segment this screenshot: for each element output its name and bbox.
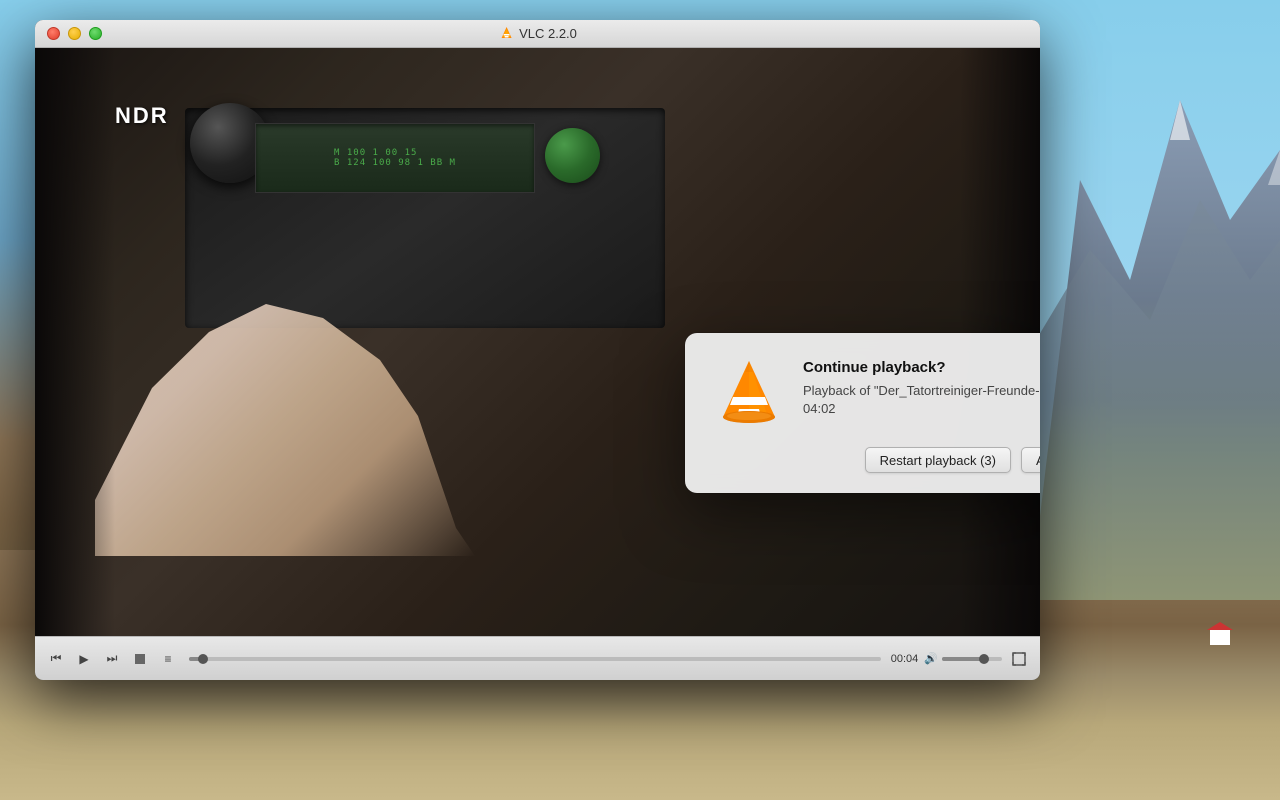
playlist-button[interactable]: ≡ [157, 648, 179, 670]
fullscreen-icon [1012, 652, 1026, 666]
traffic-lights [47, 27, 102, 40]
dialog-content: Continue playback? Playback of "Der_Tato… [713, 357, 1040, 429]
stop-icon: ■ [135, 654, 145, 664]
window-title: VLC 2.2.0 [498, 26, 577, 42]
radio-knob-right [545, 128, 600, 183]
progress-area [189, 657, 881, 661]
play-button[interactable]: ▶ [73, 648, 95, 670]
dialog-title: Continue playback? [803, 359, 1040, 376]
fullscreen-button[interactable] [1008, 648, 1030, 670]
vlc-cone-svg [713, 357, 785, 429]
title-bar: VLC 2.2.0 [35, 20, 1040, 48]
fast-forward-icon: ⏭ [107, 651, 118, 666]
volume-icon: 🔊 [924, 652, 938, 665]
mountain-background [1030, 0, 1280, 600]
controls-bar: ⏮ ▶ ⏭ ■ ≡ 00:04 🔊 [35, 636, 1040, 680]
desktop: VLC 2.2.0 M 100 1 00 15B 124 100 98 1 BB… [0, 0, 1280, 800]
volume-fill [942, 657, 984, 661]
vlc-title-icon [498, 26, 514, 42]
video-area: M 100 1 00 15B 124 100 98 1 BB M NDR [35, 48, 1040, 636]
ndr-logo: NDR [115, 103, 169, 129]
fast-forward-button[interactable]: ⏭ [101, 648, 123, 670]
rewind-icon: ⏮ [51, 651, 62, 666]
always-continue-button[interactable]: Always continue [1021, 447, 1040, 473]
video-content: M 100 1 00 15B 124 100 98 1 BB M NDR [35, 48, 1040, 636]
dialog-message: Playback of "Der_Tatortreiniger-Freunde-… [803, 382, 1040, 418]
vlc-cone-icon [713, 357, 785, 429]
close-button[interactable] [47, 27, 60, 40]
progress-track[interactable] [189, 657, 881, 661]
restart-playback-button[interactable]: Restart playback (3) [865, 447, 1011, 473]
dark-left-vignette [35, 48, 115, 636]
stop-button[interactable]: ■ [129, 648, 151, 670]
playlist-icon: ≡ [164, 652, 171, 666]
rewind-button[interactable]: ⏮ [45, 648, 67, 670]
continue-playback-dialog: Continue playback? Playback of "Der_Tato… [685, 333, 1040, 493]
house [1210, 630, 1230, 645]
volume-track[interactable] [942, 657, 1002, 661]
play-icon: ▶ [79, 652, 88, 666]
dialog-text-area: Continue playback? Playback of "Der_Tato… [803, 357, 1040, 418]
minimize-button[interactable] [68, 27, 81, 40]
radio-display: M 100 1 00 15B 124 100 98 1 BB M [255, 123, 535, 193]
volume-thumb [979, 654, 989, 664]
vlc-window: VLC 2.2.0 M 100 1 00 15B 124 100 98 1 BB… [35, 20, 1040, 680]
progress-thumb [198, 654, 208, 664]
time-display: 00:04 [891, 653, 919, 665]
dialog-buttons: Restart playback (3) Always continue Con… [713, 447, 1040, 473]
maximize-button[interactable] [89, 27, 102, 40]
volume-area: 🔊 [924, 652, 1002, 665]
